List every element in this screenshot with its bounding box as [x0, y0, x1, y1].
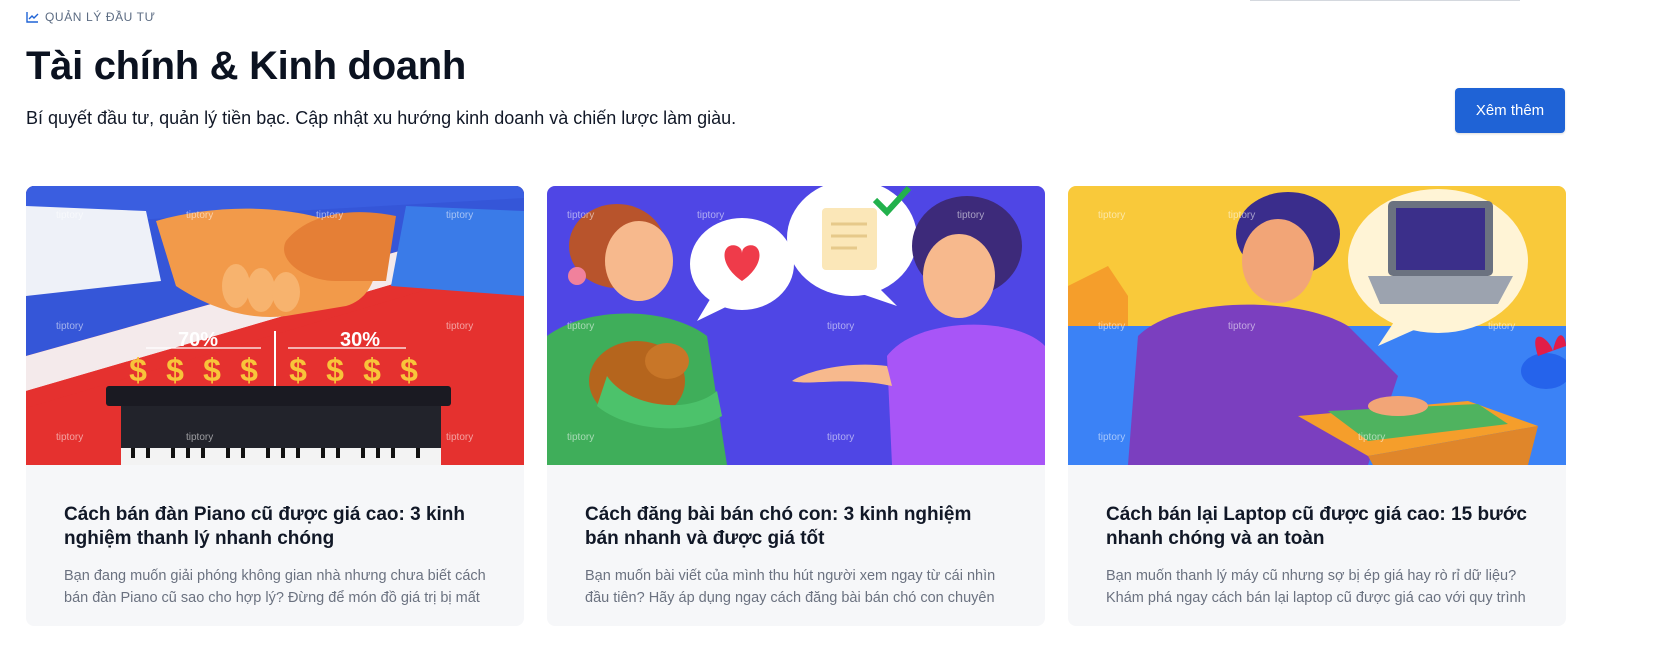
handshake-piano-illustration[interactable]: 70% 30% $ $ $ $ $ $ $ $ tiptory tiptory …: [26, 186, 524, 465]
watermark-text: tiptory: [1228, 210, 1255, 221]
section-title: Tài chính & Kinh doanh: [26, 44, 467, 88]
watermark-text: tiptory: [567, 321, 594, 332]
right-percent-label: 30%: [340, 329, 380, 351]
card-excerpt: Bạn muốn thanh lý máy cũ nhưng sợ bị ép …: [1106, 568, 1526, 606]
see-more-button[interactable]: Xêm thêm: [1455, 88, 1565, 133]
dollar-icon: $: [203, 352, 221, 388]
watermark-text: tiptory: [567, 432, 594, 443]
watermark-text: tiptory: [827, 321, 854, 332]
watermark-text: tiptory: [1358, 432, 1385, 443]
dollar-icon: $: [363, 352, 381, 388]
card-title[interactable]: Cách bán lại Laptop cũ được giá cao: 15 …: [1106, 503, 1528, 551]
dollar-icon: $: [129, 352, 147, 388]
chart-line-icon: [26, 12, 39, 23]
card-excerpt: Bạn muốn bài viết của mình thu hút người…: [585, 568, 996, 606]
watermark-text: tiptory: [1098, 321, 1125, 332]
laptop-packing-illustration[interactable]: tiptory tiptory tiptory tiptory tiptory …: [1068, 186, 1566, 465]
watermark-text: tiptory: [697, 210, 724, 221]
watermark-text: tiptory: [446, 321, 473, 332]
dollar-icon: $: [326, 352, 344, 388]
card-title[interactable]: Cách đăng bài bán chó con: 3 kinh nghiệm…: [585, 503, 1007, 551]
watermark-text: tiptory: [827, 432, 854, 443]
eyebrow-label: QUẢN LÝ ĐẦU TƯ: [45, 10, 156, 24]
watermark-text: tiptory: [316, 210, 343, 221]
card-title[interactable]: Cách bán đàn Piano cũ được giá cao: 3 ki…: [64, 503, 486, 551]
top-divider: [1250, 0, 1520, 1]
card-excerpt: Bạn đang muốn giải phóng không gian nhà …: [64, 568, 486, 606]
watermark-text: tiptory: [1488, 321, 1515, 332]
watermark-text: tiptory: [1098, 432, 1125, 443]
dollar-icon: $: [240, 352, 258, 388]
article-card[interactable]: 70% 30% $ $ $ $ $ $ $ $ tiptory tiptory …: [26, 186, 524, 626]
dollar-icon: $: [166, 352, 184, 388]
watermark-text: tiptory: [567, 210, 594, 221]
puppy-sale-conversation-illustration[interactable]: tiptory tiptory tiptory tiptory tiptory …: [547, 186, 1045, 465]
watermark-text: tiptory: [446, 210, 473, 221]
dollar-icon: $: [289, 352, 307, 388]
dollar-icon: $: [400, 352, 418, 388]
watermark-text: tiptory: [56, 210, 83, 221]
watermark-text: tiptory: [957, 210, 984, 221]
section-subtitle: Bí quyết đầu tư, quản lý tiền bạc. Cập n…: [26, 108, 737, 128]
left-percent-label: 70%: [178, 329, 218, 351]
section-eyebrow: QUẢN LÝ ĐẦU TƯ: [26, 10, 155, 24]
watermark-text: tiptory: [1098, 210, 1125, 221]
watermark-text: tiptory: [186, 210, 213, 221]
article-card[interactable]: tiptory tiptory tiptory tiptory tiptory …: [1068, 186, 1566, 626]
watermark-text: tiptory: [1228, 321, 1255, 332]
article-card[interactable]: tiptory tiptory tiptory tiptory tiptory …: [547, 186, 1045, 626]
watermark-text: tiptory: [56, 432, 83, 443]
watermark-text: tiptory: [446, 432, 473, 443]
watermark-text: tiptory: [186, 432, 213, 443]
watermark-text: tiptory: [56, 321, 83, 332]
